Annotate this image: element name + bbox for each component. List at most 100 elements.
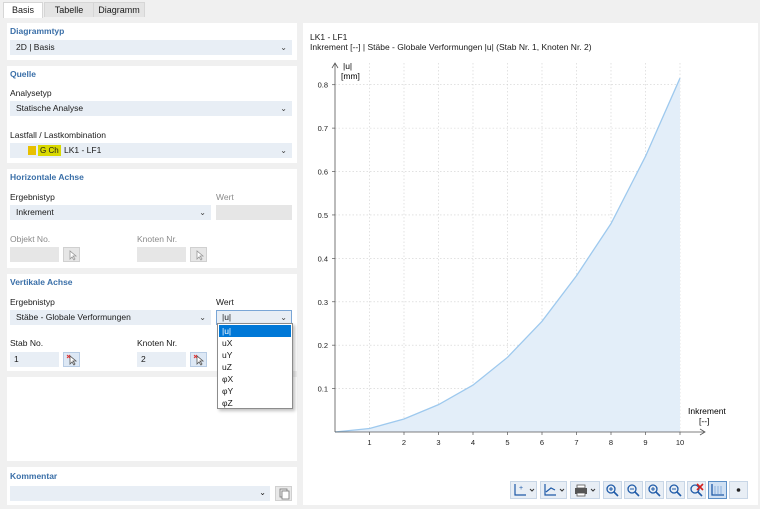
v-knoten-input[interactable]: 2 xyxy=(137,352,186,367)
analysetyp-label: Analysetyp xyxy=(10,88,52,98)
h-wert-field xyxy=(216,205,292,220)
h-ergebnistyp-value: Inkrement xyxy=(16,207,54,217)
x-tick-label: 8 xyxy=(609,438,613,447)
chart-options-button[interactable] xyxy=(540,481,567,499)
chevron-down-icon: ⌄ xyxy=(199,313,206,322)
y-axis-label: |u| xyxy=(343,61,352,71)
kommentar-select[interactable]: ⌄ xyxy=(10,486,270,501)
y-tick-label: 0.7 xyxy=(318,124,328,133)
tab-basis[interactable]: Basis xyxy=(3,2,43,18)
pick-member-button[interactable] xyxy=(63,352,80,367)
chevron-down-icon: ⌄ xyxy=(280,104,287,113)
dropdown-option[interactable]: φY xyxy=(219,385,291,397)
y-tick-label: 0.4 xyxy=(318,254,328,263)
zoom-y-button[interactable] xyxy=(666,481,685,499)
axis-settings-button[interactable]: + xyxy=(510,481,537,499)
v-wert-value: |u| xyxy=(222,312,232,322)
horizontale-achse-panel: Horizontale Achse Ergebnistyp Wert Inkre… xyxy=(7,169,297,268)
y-tick-label: 0.1 xyxy=(318,385,328,394)
x-axis-label: Inkrement xyxy=(688,406,726,416)
pick-node-button xyxy=(190,247,207,262)
pick-node-icon xyxy=(193,354,205,366)
wert-dropdown-list: |u| uX uY uZ φX φY φZ xyxy=(217,323,293,409)
v-ergebnistyp-value: Stäbe - Globale Verformungen xyxy=(16,312,131,322)
y-tick-label: 0.3 xyxy=(318,298,328,307)
horizontale-achse-title: Horizontale Achse xyxy=(10,172,84,182)
v-wert-label: Wert xyxy=(216,297,234,307)
kommentar-library-button[interactable] xyxy=(275,486,292,501)
quelle-title: Quelle xyxy=(10,69,36,79)
zoom-in-button[interactable] xyxy=(603,481,622,499)
chart-subtitle: Inkrement [--] | Stäbe - Globale Verform… xyxy=(310,42,592,52)
zoom-out-button[interactable] xyxy=(624,481,643,499)
chevron-down-icon: ⌄ xyxy=(280,43,287,52)
print-button[interactable] xyxy=(570,481,600,499)
diagrammtyp-select[interactable]: 2D | Basis ⌄ xyxy=(10,40,292,55)
x-tick-label: 7 xyxy=(574,438,578,447)
chevron-down-icon: ⌄ xyxy=(199,208,206,217)
axis-settings-icon: + xyxy=(514,484,535,496)
dropdown-option[interactable]: uX xyxy=(219,337,291,349)
grid-toggle-button[interactable] xyxy=(708,481,727,499)
kommentar-title: Kommentar xyxy=(10,471,58,481)
lastfall-label: Lastfall / Lastkombination xyxy=(10,130,106,140)
x-tick-label: 9 xyxy=(643,438,647,447)
x-tick-label: 3 xyxy=(436,438,440,447)
tab-bar: Basis Tabelle Diagramm xyxy=(0,0,760,18)
objekt-label: Objekt No. xyxy=(10,234,51,244)
tab-tabelle[interactable]: Tabelle xyxy=(44,2,94,17)
points-toggle-button[interactable] xyxy=(729,481,748,499)
chart-title: LK1 - LF1 xyxy=(310,32,348,42)
stab-label: Stab No. xyxy=(10,338,44,348)
lastfall-tag: G Ch xyxy=(38,145,61,156)
svg-text:+: + xyxy=(519,485,523,492)
library-icon xyxy=(279,488,290,500)
lastfall-select[interactable]: G Ch LK1 - LF1 ⌄ xyxy=(10,143,292,158)
zoom-out-icon xyxy=(627,484,640,497)
color-swatch xyxy=(28,146,36,155)
y-tick-label: 0.2 xyxy=(318,341,328,350)
y-tick-label: 0.8 xyxy=(318,81,328,90)
x-tick-label: 5 xyxy=(505,438,509,447)
reset-zoom-button[interactable] xyxy=(687,481,706,499)
chart-options-icon xyxy=(544,484,565,496)
dropdown-option[interactable]: uY xyxy=(219,349,291,361)
tab-diagramm[interactable]: Diagramm xyxy=(93,2,145,17)
chevron-down-icon: ⌄ xyxy=(280,146,287,155)
x-tick-label: 2 xyxy=(402,438,406,447)
reset-zoom-icon xyxy=(690,483,704,497)
h-knoten-field xyxy=(137,247,186,262)
grid-toggle-icon xyxy=(711,484,724,496)
dropdown-option[interactable]: uZ xyxy=(219,361,291,373)
v-knoten-label: Knoten Nr. xyxy=(137,338,178,348)
zoom-x-button[interactable] xyxy=(645,481,664,499)
diagrammtyp-panel: Diagrammtyp 2D | Basis ⌄ xyxy=(7,23,297,60)
analysetyp-value: Statische Analyse xyxy=(16,103,84,113)
lastfall-value: LK1 - LF1 xyxy=(64,145,102,155)
h-wert-label: Wert xyxy=(216,192,234,202)
x-tick-label: 4 xyxy=(471,438,475,447)
pick-node-button[interactable] xyxy=(190,352,207,367)
analysetyp-select[interactable]: Statische Analyse ⌄ xyxy=(10,101,292,116)
diagrammtyp-title: Diagrammtyp xyxy=(10,26,65,36)
vertikale-achse-title: Vertikale Achse xyxy=(10,277,73,287)
print-icon xyxy=(575,484,596,497)
objekt-field xyxy=(10,247,59,262)
stab-input[interactable]: 1 xyxy=(10,352,59,367)
dropdown-option[interactable]: φZ xyxy=(219,397,291,409)
quelle-panel: Quelle Analysetyp Statische Analyse ⌄ La… xyxy=(7,66,297,163)
zoom-in-icon xyxy=(606,484,619,497)
dropdown-option[interactable]: |u| xyxy=(219,325,291,337)
diagrammtyp-value: 2D | Basis xyxy=(16,42,55,52)
v-ergebnistyp-select[interactable]: Stäbe - Globale Verformungen ⌄ xyxy=(10,310,211,325)
zoom-x-icon xyxy=(648,484,661,497)
y-tick-label: 0.5 xyxy=(318,211,328,220)
zoom-y-icon xyxy=(669,484,682,497)
h-ergebnistyp-label: Ergebnistyp xyxy=(10,192,55,202)
h-ergebnistyp-select[interactable]: Inkrement ⌄ xyxy=(10,205,211,220)
series-area xyxy=(335,78,680,432)
x-axis-unit: [--] xyxy=(699,416,709,426)
v-ergebnistyp-label: Ergebnistyp xyxy=(10,297,55,307)
dropdown-option[interactable]: φX xyxy=(219,373,291,385)
x-tick-label: 1 xyxy=(367,438,371,447)
